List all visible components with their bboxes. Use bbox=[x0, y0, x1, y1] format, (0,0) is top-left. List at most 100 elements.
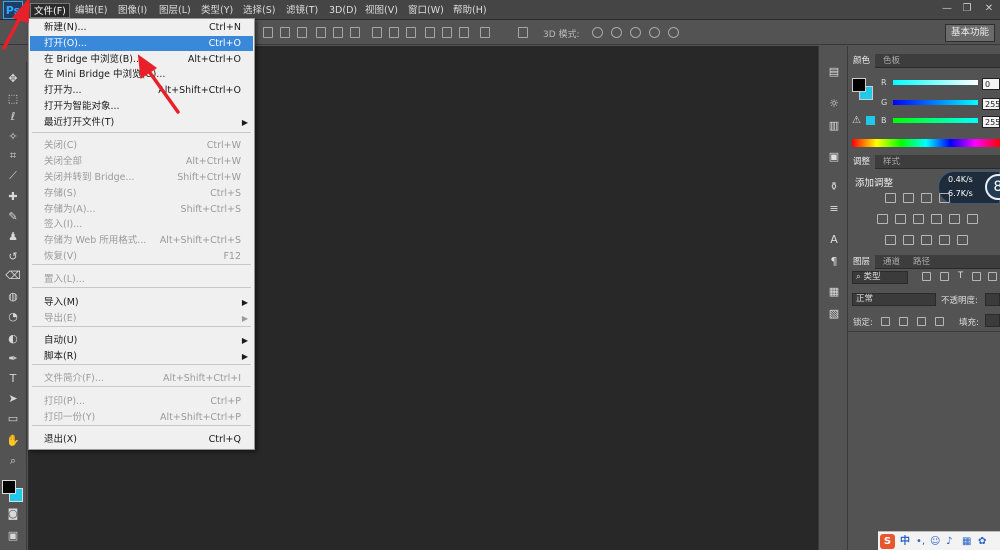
history-icon[interactable]: ▤ bbox=[827, 66, 841, 78]
eraser-tool-icon[interactable]: ⌫ bbox=[5, 269, 21, 283]
ime-skin-icon[interactable]: ✿ bbox=[978, 534, 986, 549]
properties-icon[interactable]: ▧ bbox=[827, 308, 841, 320]
menu-window[interactable]: 窗口(W) bbox=[405, 3, 447, 18]
layers-list[interactable] bbox=[848, 331, 1000, 550]
gamut-swatch[interactable] bbox=[866, 116, 875, 125]
adj-selectivecolor-icon[interactable] bbox=[957, 235, 968, 245]
notes-icon[interactable]: ▦ bbox=[827, 286, 841, 298]
blend-mode-select[interactable]: 正常 bbox=[852, 293, 936, 306]
adj-hue-icon[interactable] bbox=[895, 214, 906, 224]
distribute-left-icon[interactable] bbox=[425, 27, 435, 38]
tab-layers[interactable]: 图层 bbox=[848, 255, 876, 269]
minimize-icon[interactable]: — bbox=[940, 2, 954, 16]
blur-tool-icon[interactable]: ◔ bbox=[5, 310, 21, 324]
history-brush-tool-icon[interactable]: ↺ bbox=[5, 250, 21, 264]
character-icon[interactable]: A bbox=[827, 234, 841, 246]
3d-drag-icon[interactable] bbox=[630, 27, 641, 38]
align-vcenter-icon[interactable] bbox=[280, 27, 290, 38]
path-selection-tool-icon[interactable]: ➤ bbox=[5, 392, 21, 406]
file-menu-item-5[interactable]: 打开为智能对象... bbox=[30, 99, 253, 114]
tab-styles[interactable]: 样式 bbox=[878, 155, 905, 169]
type-tool-icon[interactable]: T bbox=[5, 372, 21, 386]
menu-select[interactable]: 选择(S) bbox=[240, 3, 278, 18]
file-menu-item-3[interactable]: 在 Mini Bridge 中浏览(G)... bbox=[30, 67, 253, 82]
g-value[interactable]: 255 bbox=[982, 98, 1000, 110]
filter-smart-icon[interactable] bbox=[988, 272, 997, 281]
auto-align-icon[interactable] bbox=[480, 27, 490, 38]
file-menu-item-6[interactable]: 最近打开文件(T) ▶ bbox=[30, 115, 253, 130]
r-slider[interactable] bbox=[893, 80, 978, 85]
menu-filter[interactable]: 滤镜(T) bbox=[283, 3, 321, 18]
healing-brush-tool-icon[interactable]: ✚ bbox=[5, 190, 21, 204]
distribute-bottom-icon[interactable] bbox=[406, 27, 416, 38]
color-panel-fg-swatch[interactable] bbox=[852, 78, 866, 92]
align-bottom-icon[interactable] bbox=[297, 27, 307, 38]
menu-help[interactable]: 帮助(H) bbox=[450, 3, 490, 18]
magic-wand-tool-icon[interactable]: ✧ bbox=[5, 130, 21, 144]
adj-invert-icon[interactable] bbox=[885, 235, 896, 245]
distribute-vcenter-icon[interactable] bbox=[389, 27, 399, 38]
ime-logo[interactable]: S bbox=[880, 534, 895, 549]
file-menu-item-0[interactable]: 新建(N)... Ctrl+N bbox=[30, 20, 253, 35]
eyedropper-tool-icon[interactable]: ⟋ bbox=[5, 169, 21, 183]
layer-filter-select[interactable]: ⌕ 类型 bbox=[852, 271, 908, 284]
adj-exposure-icon[interactable] bbox=[939, 193, 950, 203]
3d-slide-icon[interactable] bbox=[649, 27, 660, 38]
ime-punct-icon[interactable]: •, bbox=[916, 534, 925, 549]
lock-all-icon[interactable] bbox=[935, 317, 944, 326]
clone-stamp-tool-icon[interactable]: ♟ bbox=[5, 230, 21, 244]
filter-pixel-icon[interactable] bbox=[922, 272, 931, 281]
marquee-tool-icon[interactable]: ⬚ bbox=[5, 92, 21, 106]
menu-edit[interactable]: 编辑(E) bbox=[72, 3, 110, 18]
brightness-icon[interactable]: ☼ bbox=[827, 98, 841, 110]
tab-color[interactable]: 颜色 bbox=[848, 54, 876, 68]
zoom-tool-icon[interactable]: ⌕ bbox=[5, 454, 21, 468]
distribute-top-icon[interactable] bbox=[372, 27, 382, 38]
adj-threshold-icon[interactable] bbox=[921, 235, 932, 245]
adj-gradientmap-icon[interactable] bbox=[939, 235, 950, 245]
brush-preset-icon[interactable]: ⚱ bbox=[827, 181, 841, 193]
align-top-icon[interactable] bbox=[263, 27, 273, 38]
fill-input[interactable] bbox=[985, 314, 1000, 327]
arrange-icon[interactable] bbox=[518, 27, 528, 38]
hand-tool-icon[interactable]: ✋ bbox=[5, 434, 21, 448]
menu-layer[interactable]: 图层(L) bbox=[156, 3, 194, 18]
tab-paths[interactable]: 路径 bbox=[908, 255, 935, 269]
3d-scale-icon[interactable] bbox=[668, 27, 679, 38]
tab-swatches[interactable]: 色板 bbox=[878, 54, 905, 68]
b-slider[interactable] bbox=[893, 118, 978, 123]
speed-ball-icon[interactable]: 8 bbox=[985, 174, 1000, 200]
info-icon[interactable]: ▣ bbox=[827, 151, 841, 163]
ime-keyboard-icon[interactable]: ▦ bbox=[962, 534, 971, 549]
ime-emoji-icon[interactable]: ☺ bbox=[930, 534, 940, 549]
align-right-icon[interactable] bbox=[350, 27, 360, 38]
paragraph-icon[interactable]: ¶ bbox=[827, 256, 841, 268]
b-value[interactable]: 255 bbox=[982, 116, 1000, 128]
file-menu-item-19[interactable]: 脚本(R) ▶ bbox=[30, 349, 253, 364]
move-tool-icon[interactable]: ✥ bbox=[5, 72, 21, 86]
distribute-hcenter-icon[interactable] bbox=[442, 27, 452, 38]
3d-rotate-icon[interactable] bbox=[592, 27, 603, 38]
file-menu-item-18[interactable]: 自动(U) ▶ bbox=[30, 333, 253, 348]
filter-adjust-icon[interactable] bbox=[940, 272, 949, 281]
lock-position-icon[interactable] bbox=[917, 317, 926, 326]
color-spectrum[interactable] bbox=[852, 139, 1000, 147]
tab-channels[interactable]: 通道 bbox=[878, 255, 905, 269]
file-menu-item-23[interactable]: 退出(X) Ctrl+Q bbox=[30, 432, 253, 447]
close-icon[interactable]: ✕ bbox=[982, 2, 996, 16]
adj-mixer-icon[interactable] bbox=[967, 214, 978, 224]
distribute-right-icon[interactable] bbox=[459, 27, 469, 38]
menu-view[interactable]: 视图(V) bbox=[362, 3, 401, 18]
screen-mode-icon[interactable]: ▣ bbox=[5, 529, 21, 543]
3d-roll-icon[interactable] bbox=[611, 27, 622, 38]
tool-preset-icon[interactable]: ≡ bbox=[827, 203, 841, 215]
menu-file[interactable]: 文件(F) bbox=[30, 3, 70, 18]
filter-shape-icon[interactable] bbox=[972, 272, 981, 281]
menu-image[interactable]: 图像(I) bbox=[115, 3, 150, 18]
pen-tool-icon[interactable]: ✒ bbox=[5, 352, 21, 366]
menu-3d[interactable]: 3D(D) bbox=[326, 3, 360, 18]
lock-image-icon[interactable] bbox=[899, 317, 908, 326]
crop-tool-icon[interactable]: ⌗ bbox=[5, 149, 21, 163]
file-menu-item-16[interactable]: 导入(M) ▶ bbox=[30, 295, 253, 310]
rectangle-tool-icon[interactable]: ▭ bbox=[5, 412, 21, 426]
